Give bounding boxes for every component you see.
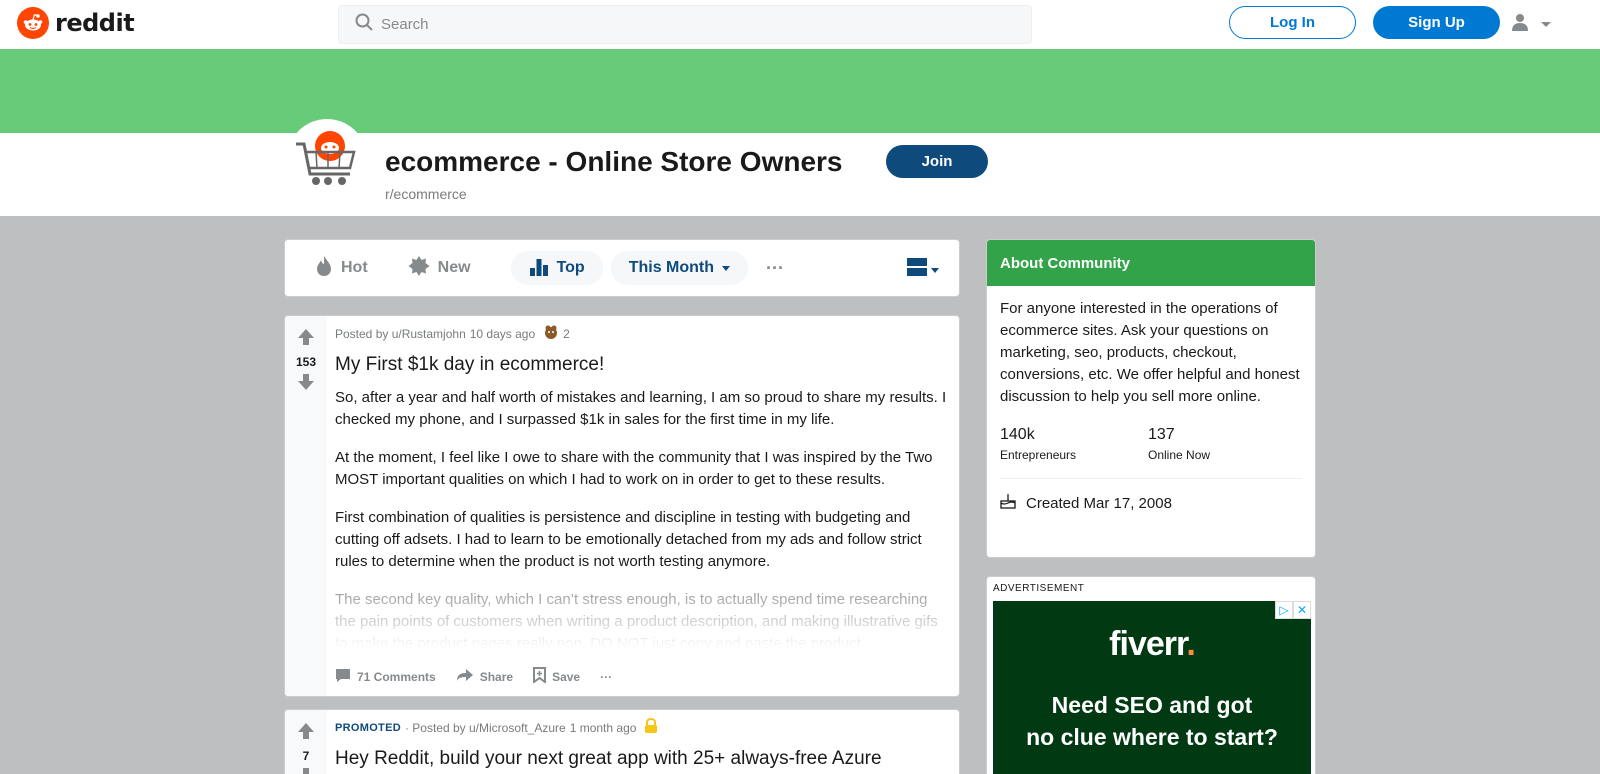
share-label: Share <box>479 669 514 684</box>
created-label: Created Mar 17, 2008 <box>1026 494 1172 512</box>
post-paragraph: So, after a year and half worth of mista… <box>335 389 947 428</box>
adchoices-icon[interactable]: ▷ <box>1275 601 1293 619</box>
sort-hot[interactable]: Hot <box>315 255 368 282</box>
comment-icon <box>335 668 351 686</box>
post-meta: Posted by u/Rustamjohn 10 days ago 2 <box>335 324 949 343</box>
downvote-icon[interactable] <box>297 767 315 774</box>
ad-choices[interactable]: ▷ ✕ <box>1275 601 1311 619</box>
top-header: reddit Log In Sign Up <box>0 0 1600 49</box>
user-dropdown[interactable] <box>1510 12 1552 37</box>
post-paragraph: The second key quality, which I can’t st… <box>335 591 938 649</box>
post-text[interactable]: So, after a year and half worth of mista… <box>335 387 949 649</box>
new-burst-icon <box>408 255 430 282</box>
reddit-wordmark: reddit <box>55 9 135 37</box>
vote-column: 7 <box>285 710 327 774</box>
post-author[interactable]: Posted by u/Rustamjohn <box>335 327 466 341</box>
top-bars-icon <box>529 256 549 281</box>
sort-bar: Hot New Top This Month ··· <box>284 239 960 297</box>
reddit-alien-icon <box>17 7 49 39</box>
vote-column: 153 <box>285 316 327 696</box>
upvote-icon[interactable] <box>297 328 315 351</box>
post-card[interactable]: 153 Posted by u/Rustamjohn 10 days ago 2… <box>284 315 960 697</box>
vote-count: 7 <box>302 749 310 763</box>
brand-text: fiverr <box>1109 625 1187 663</box>
card-view-icon <box>907 258 927 281</box>
reddit-logo[interactable]: reddit <box>17 7 135 39</box>
advertisement-widget: ADVERTISEMENT ▷ ✕ fiverr. Need SEO and g… <box>986 576 1316 774</box>
promoted-tag: PROMOTED <box>335 721 401 734</box>
join-button[interactable]: Join <box>886 145 988 178</box>
members-stat: 140k Entrepreneurs <box>1000 426 1148 462</box>
sort-more-button[interactable]: ··· <box>766 258 784 279</box>
search-bar[interactable] <box>338 5 1032 44</box>
sort-hot-label: Hot <box>341 259 368 276</box>
post-title[interactable]: Hey Reddit, build your next great app wi… <box>335 747 949 771</box>
close-icon[interactable]: ✕ <box>1293 601 1311 619</box>
ad-line-2: no clue where to start? <box>1026 724 1278 750</box>
search-icon <box>355 13 373 36</box>
user-icon <box>1510 12 1530 37</box>
brand-dot: . <box>1186 625 1196 663</box>
time-period-dropdown[interactable]: This Month <box>610 251 749 285</box>
members-label: Entrepreneurs <box>1000 448 1077 462</box>
log-in-button[interactable]: Log In <box>1229 6 1356 39</box>
post-meta: PROMOTED · Posted by u/Microsoft_Azure 1… <box>335 717 949 737</box>
sort-top-label: Top <box>556 259 585 276</box>
caret-down-icon <box>722 259 731 277</box>
upvote-icon[interactable] <box>297 722 315 745</box>
subreddit-cart-icon <box>287 119 367 199</box>
share-button[interactable]: Share <box>456 668 513 685</box>
save-label: Save <box>552 669 581 684</box>
subreddit-banner <box>0 49 1600 133</box>
downvote-icon[interactable] <box>297 373 315 396</box>
post-body: Posted by u/Rustamjohn 10 days ago 2 My … <box>335 324 949 649</box>
promoted-post-card[interactable]: 7 PROMOTED · Posted by u/Microsoft_Azure… <box>284 709 960 774</box>
post-paragraph: At the moment, I feel like I owe to shar… <box>335 449 933 488</box>
post-time[interactable]: 10 days ago <box>470 327 535 341</box>
post-body: PROMOTED · Posted by u/Microsoft_Azure 1… <box>335 717 949 771</box>
comments-label: 71 Comments <box>357 669 436 684</box>
about-description: For anyone interested in the operations … <box>1000 300 1300 405</box>
post-paragraph: First combination of qualities is persis… <box>335 509 922 570</box>
lock-icon <box>644 717 658 737</box>
online-count: 137 <box>1148 426 1175 443</box>
about-heading: About Community <box>987 240 1315 286</box>
cake-icon <box>1000 493 1016 513</box>
comments-button[interactable]: 71 Comments <box>335 668 436 686</box>
share-icon <box>456 668 474 685</box>
post-actions: 71 Comments Share Save ··· <box>335 667 612 686</box>
award-count: 2 <box>563 326 570 341</box>
about-community-widget: About Community For anyone interested in… <box>986 239 1316 558</box>
advertisement-label: ADVERTISEMENT <box>993 583 1085 594</box>
save-button[interactable]: Save <box>533 667 580 686</box>
vote-count: 153 <box>295 355 317 369</box>
time-period-label: This Month <box>628 259 715 276</box>
post-time[interactable]: 1 month ago <box>570 721 637 735</box>
created-date: Created Mar 17, 2008 <box>987 479 1315 527</box>
fiverr-logo: fiverr. <box>993 625 1311 664</box>
sort-new[interactable]: New <box>408 255 471 282</box>
award-icon <box>543 324 559 343</box>
subreddit-title: ecommerce - Online Store Owners <box>385 146 843 177</box>
ad-line-1: Need SEO and got <box>1051 692 1253 718</box>
chevron-down-icon <box>1540 16 1552 34</box>
post-author[interactable]: · Posted by u/Microsoft_Azure <box>405 721 566 735</box>
bookmark-icon <box>533 667 547 686</box>
community-stats: 140k Entrepreneurs 137 Online Now <box>987 426 1315 462</box>
online-label: Online Now <box>1148 448 1211 462</box>
subreddit-name: r/ecommerce <box>385 186 467 202</box>
caret-down-icon <box>931 261 939 279</box>
members-count: 140k <box>1000 426 1035 443</box>
view-toggle[interactable] <box>907 258 939 281</box>
post-more-button[interactable]: ··· <box>600 670 612 684</box>
sign-up-button[interactable]: Sign Up <box>1373 6 1500 39</box>
online-stat: 137 Online Now <box>1148 426 1296 462</box>
post-title[interactable]: My First $1k day in ecommerce! <box>335 353 949 377</box>
search-input[interactable] <box>381 16 981 33</box>
ad-headline: Need SEO and got no clue where to start? <box>993 689 1311 753</box>
sort-new-label: New <box>437 259 471 276</box>
sort-top[interactable]: Top <box>510 251 603 285</box>
ad-creative[interactable]: ▷ ✕ fiverr. Need SEO and got no clue whe… <box>993 601 1311 774</box>
flame-icon <box>315 255 333 282</box>
